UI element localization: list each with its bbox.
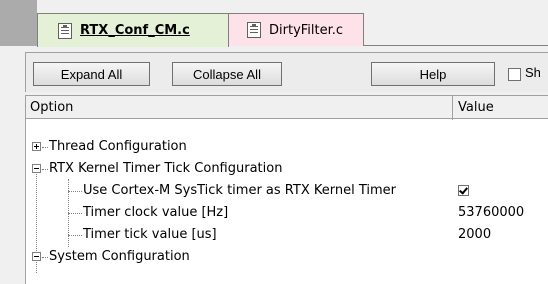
tab-bar-margin: [0, 0, 37, 46]
tree-row-label: System Configuration: [49, 249, 190, 264]
tree-connector-line: [68, 213, 82, 214]
help-button[interactable]: Help: [371, 62, 495, 86]
option-column-header[interactable]: Option: [30, 100, 73, 115]
column-divider[interactable]: [452, 96, 453, 120]
tree-row-label: Timer tick value [us]: [83, 227, 217, 242]
tree-row[interactable]: Thread Configuration: [26, 136, 548, 158]
tree-row-label: Use Cortex-M SysTick timer as RTX Kernel…: [83, 183, 396, 198]
tree-connector-line: [42, 169, 48, 170]
source-file-icon: [58, 22, 72, 39]
tree-row[interactable]: System Configuration: [26, 246, 548, 268]
grid-header: Option Value: [26, 95, 548, 120]
show-checkbox[interactable]: [508, 68, 521, 81]
show-checkbox-label: Sh: [525, 65, 541, 80]
expand-all-button[interactable]: Expand All: [33, 62, 150, 86]
tree-row[interactable]: Timer clock value [Hz] 53760000: [26, 202, 548, 224]
tree-connector-line: [42, 147, 48, 148]
tab-dirty-filter[interactable]: DirtyFilter.c: [226, 13, 364, 46]
tab-label: DirtyFilter.c: [269, 22, 344, 38]
editor-tab-bar: RTX_Conf_CM.c DirtyFilter.c: [0, 0, 548, 47]
collapse-minus-icon[interactable]: [32, 252, 41, 261]
tree-row-label: RTX Kernel Timer Tick Configuration: [49, 161, 283, 176]
config-wizard-toolbar: Expand All Collapse All Help Sh: [25, 52, 548, 92]
timer-clock-value[interactable]: 53760000: [458, 205, 524, 220]
collapse-all-button[interactable]: Collapse All: [172, 62, 282, 86]
tree-connector-line: [42, 257, 48, 258]
tab-rtx-conf[interactable]: RTX_Conf_CM.c: [37, 13, 229, 47]
tree-connector-line: [68, 235, 82, 236]
tab-label: RTX_Conf_CM.c: [80, 23, 190, 38]
systick-checkbox[interactable]: [458, 185, 469, 196]
tree-row[interactable]: RTX Kernel Timer Tick Configuration: [26, 158, 548, 180]
tree-row[interactable]: Use Cortex-M SysTick timer as RTX Kernel…: [26, 180, 548, 202]
tree-row-label: Timer clock value [Hz]: [83, 205, 229, 220]
expand-plus-icon[interactable]: [32, 142, 41, 151]
timer-tick-value[interactable]: 2000: [458, 227, 491, 242]
source-file-icon: [247, 22, 261, 38]
collapse-minus-icon[interactable]: [32, 164, 41, 173]
tree-connector-line: [68, 191, 82, 192]
value-column-header[interactable]: Value: [458, 100, 494, 115]
tree-row-label: Thread Configuration: [49, 139, 187, 154]
tree-row[interactable]: Timer tick value [us] 2000: [26, 224, 548, 246]
configuration-tree-grid: Option Value Thread Configuration RTX Ke…: [25, 95, 548, 284]
